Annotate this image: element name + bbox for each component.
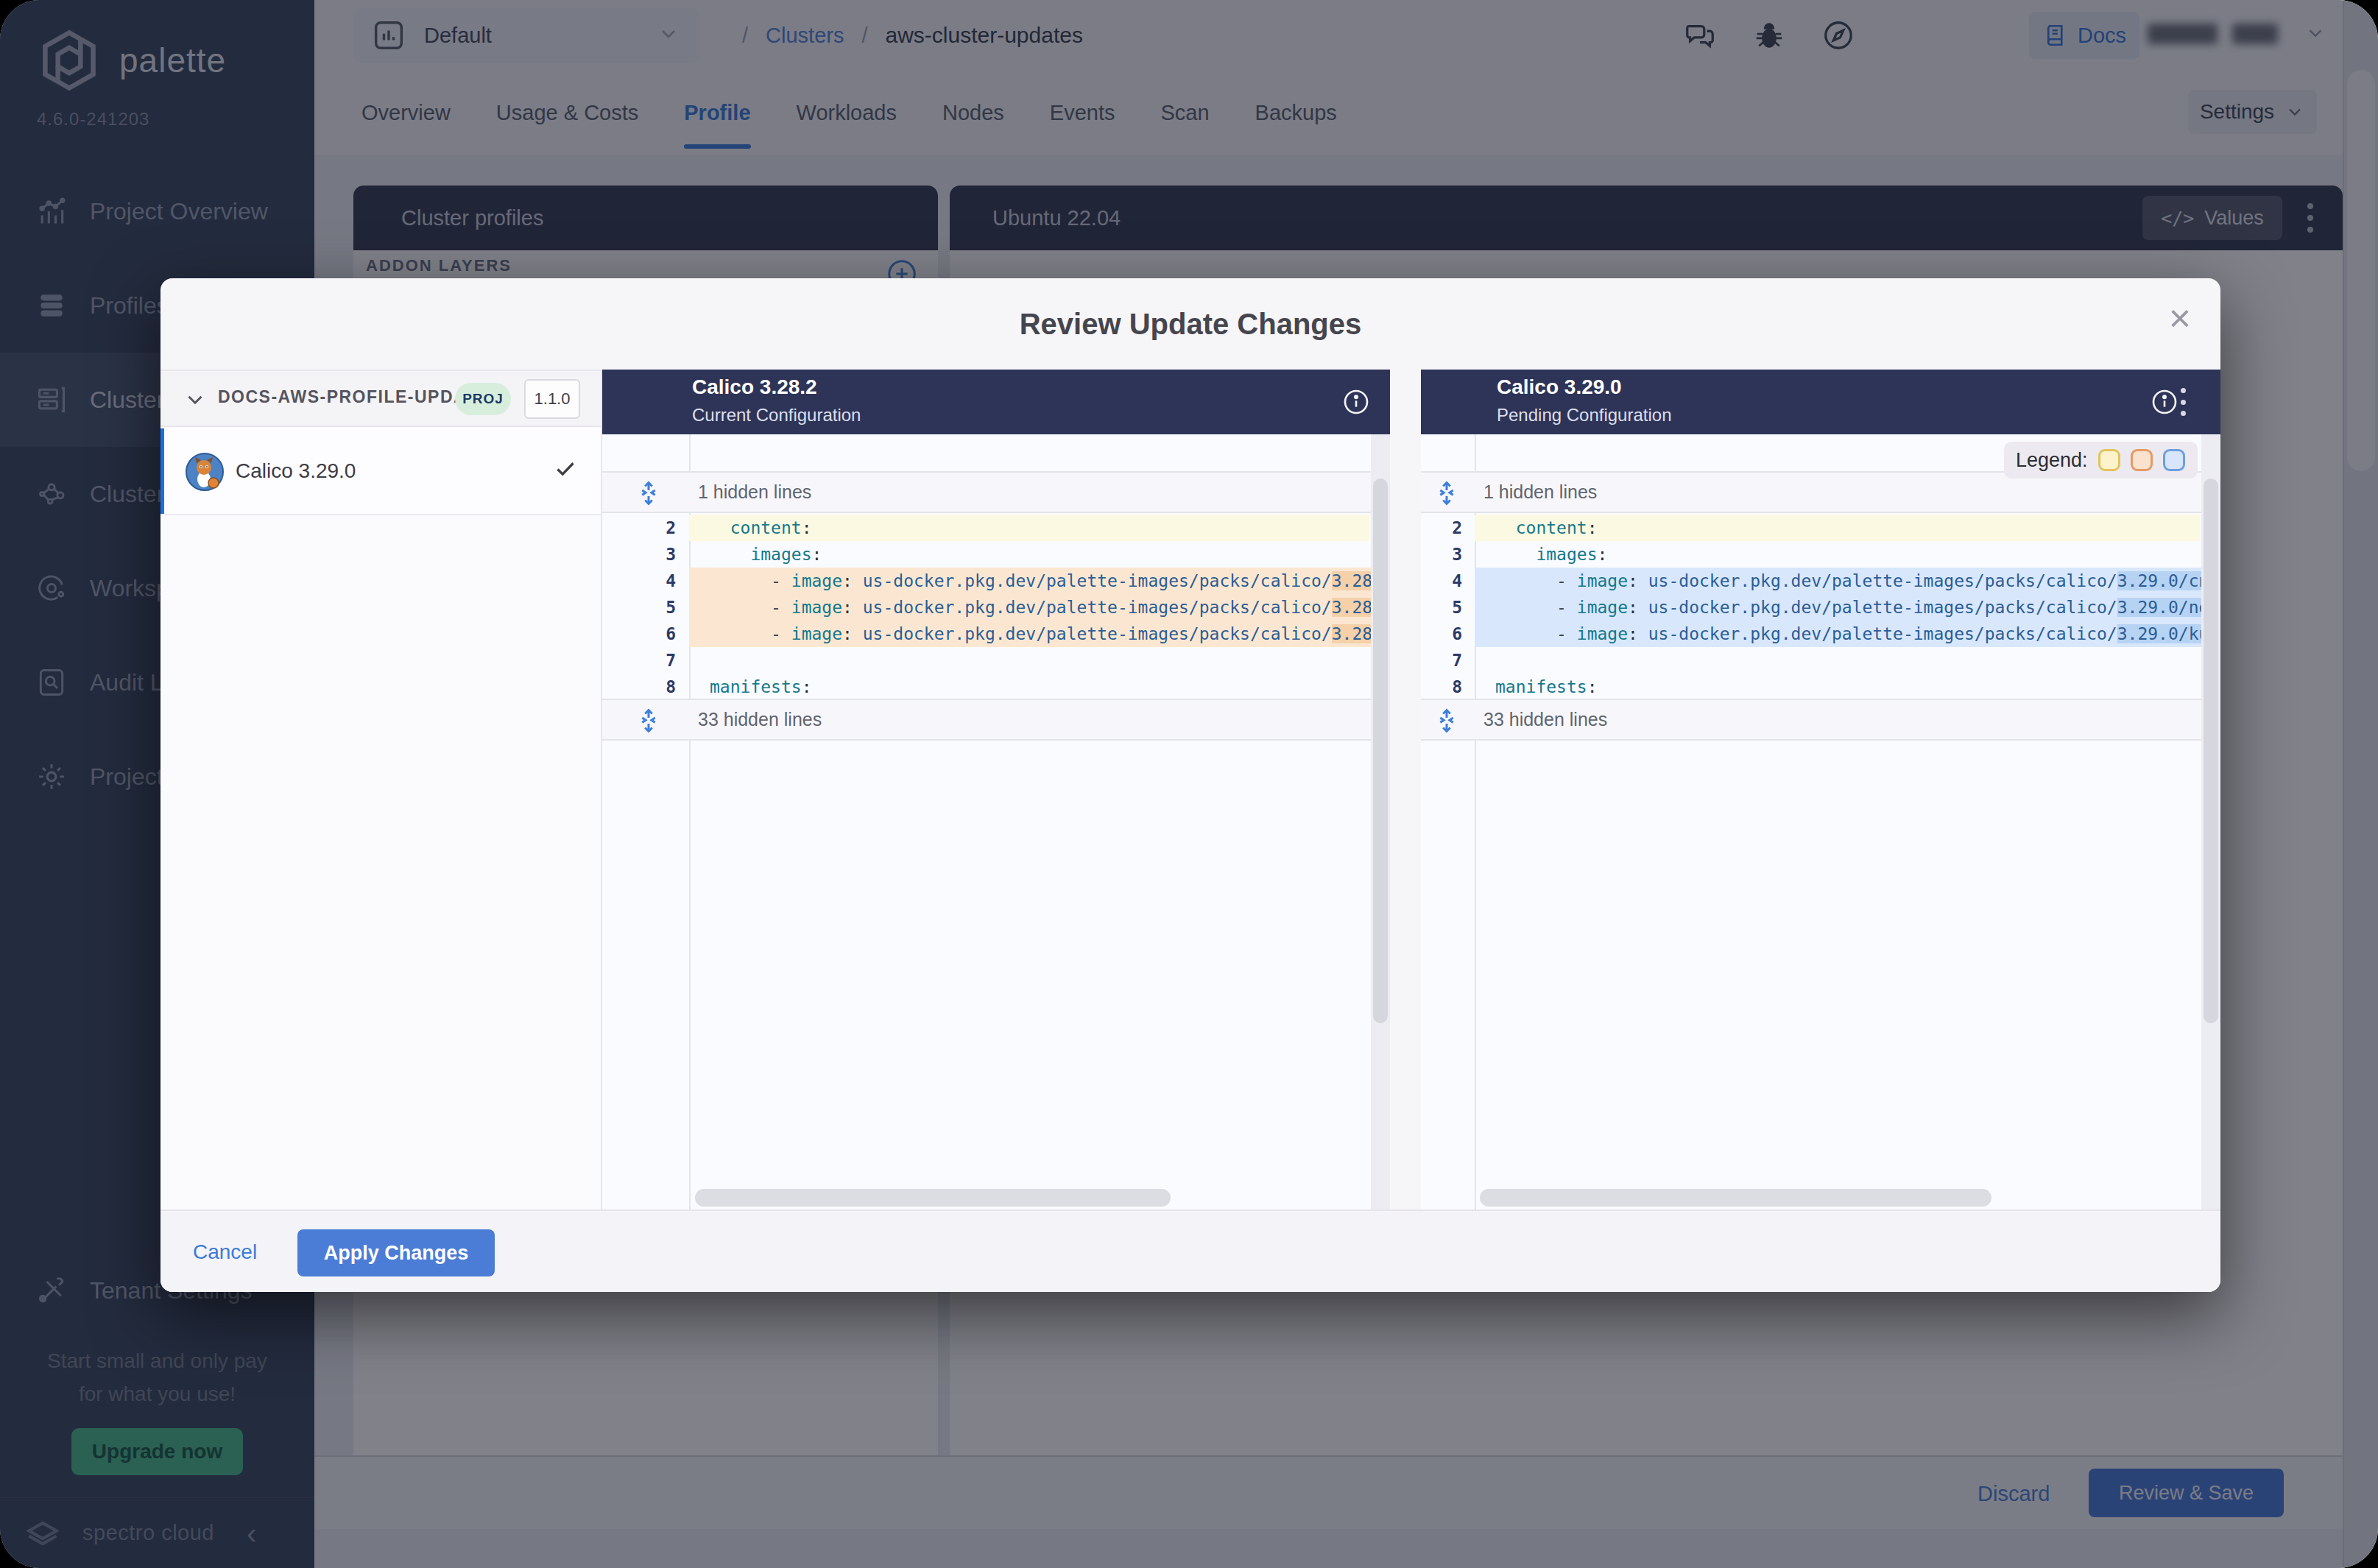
code-line-8: 8manifests: [1421,674,2220,700]
info-icon[interactable] [1341,387,1371,417]
line-content [1475,647,2200,674]
line-number: 7 [602,647,689,674]
code-line-8: 8manifests: [602,674,1390,700]
modal-footer: Cancel Apply Changes [160,1209,2220,1292]
code-lines: 2 content:3 images:4 - image: us-docker.… [602,515,1390,700]
line-number: 2 [1421,515,1475,541]
diff-pane-current: Calico 3.28.2 Current Configuration 1 hi… [602,370,1390,1209]
hidden-lines-label: 1 hidden lines [1483,481,1597,503]
code-line-7: 7 [1421,647,2220,674]
line-number: 5 [602,594,689,621]
apply-changes-button[interactable]: Apply Changes [297,1229,495,1276]
code-lines: 2 content:3 images:4 - image: us-docker.… [1421,515,2220,700]
code-line-3: 3 images: [1421,541,2220,568]
line-number: 6 [1421,621,1475,647]
line-number: 8 [1421,674,1475,700]
line-content: images: [689,541,1369,568]
code-line-4: 4 - image: us-docker.pkg.dev/palette-ima… [602,568,1390,594]
code-line-6: 6 - image: us-docker.pkg.dev/palette-ima… [1421,621,2220,647]
line-content: - image: us-docker.pkg.dev/palette-image… [689,594,1390,621]
line-content: content: [689,515,1369,541]
review-update-changes-modal: Review Update Changes × DOCS-AWS-PROFILE… [160,278,2220,1292]
pack-name: Calico 3.29.0 [236,459,356,483]
line-content: - image: us-docker.pkg.dev/palette-image… [1475,568,2220,594]
pack-list-item[interactable]: Calico 3.29.0 [160,428,601,515]
line-number: 8 [602,674,689,700]
calico-pack-icon [186,453,224,491]
unfold-icon[interactable] [1433,707,1461,735]
profile-header[interactable]: DOCS-AWS-PROFILE-UPDATES PROJ 1.1.0 [160,371,601,427]
diff-code-current: 1 hidden lines 2 content:3 images:4 - im… [602,434,1390,1209]
line-number: 3 [1421,541,1475,568]
legend-label: Legend: [2016,449,2088,472]
code-line-2: 2 content: [602,515,1390,541]
line-content: manifests: [1475,674,2200,700]
app-window: palette 4.6.0-241203 Project OverviewPro… [0,0,2378,1568]
diff-legend: Legend: [2004,442,2198,478]
diff-pane-pending-header: Calico 3.29.0 Pending Configuration [1421,370,2220,434]
unfold-icon[interactable] [635,479,663,507]
code-line-7: 7 [602,647,1390,674]
modal-title: Review Update Changes [160,308,2220,341]
code-line-5: 5 - image: us-docker.pkg.dev/palette-ima… [602,594,1390,621]
cancel-button[interactable]: Cancel [193,1211,257,1293]
modal-profile-panel: DOCS-AWS-PROFILE-UPDATES PROJ 1.1.0 [160,370,602,1209]
pane-menu-kebab-icon[interactable] [2181,388,2186,416]
diff-pane-current-header: Calico 3.28.2 Current Configuration [602,370,1390,434]
chevron-down-icon [183,387,208,415]
pane-vscrollbar[interactable] [1371,434,1390,1209]
pane-hscrollbar[interactable] [1480,1189,1991,1207]
pane-vscrollbar[interactable] [2201,434,2220,1209]
unfold-icon[interactable] [635,707,663,735]
code-line-6: 6 - image: us-docker.pkg.dev/palette-ima… [602,621,1390,647]
pane-title: Calico 3.29.0 [1497,375,1622,399]
line-content: - image: us-docker.pkg.dev/palette-image… [689,621,1390,647]
unfold-icon[interactable] [1433,479,1461,507]
line-content: content: [1475,515,2200,541]
pane-title: Calico 3.28.2 [692,375,817,399]
hidden-lines-row[interactable]: 33 hidden lines [602,699,1390,741]
line-number: 4 [602,568,689,594]
code-line-3: 3 images: [602,541,1390,568]
hidden-lines-label: 1 hidden lines [698,481,811,503]
line-number: 5 [1421,594,1475,621]
code-line-4: 4 - image: us-docker.pkg.dev/palette-ima… [1421,568,2220,594]
line-content [689,647,1369,674]
check-icon [552,455,579,484]
profile-version: 1.1.0 [524,379,580,419]
line-content: images: [1475,541,2200,568]
line-number: 3 [602,541,689,568]
line-content: - image: us-docker.pkg.dev/palette-image… [1475,621,2220,647]
pane-subtitle: Current Configuration [692,405,861,425]
line-content: - image: us-docker.pkg.dev/palette-image… [689,568,1390,594]
legend-modified-swatch [2098,449,2120,471]
line-content: manifests: [689,674,1369,700]
profile-scope-badge: PROJ [455,383,511,415]
code-line-5: 5 - image: us-docker.pkg.dev/palette-ima… [1421,594,2220,621]
line-number: 4 [1421,568,1475,594]
info-icon[interactable] [2150,387,2179,417]
selected-indicator [160,428,164,514]
line-content: - image: us-docker.pkg.dev/palette-image… [1475,594,2220,621]
close-icon[interactable]: × [2169,299,2191,337]
code-line-2: 2 content: [1421,515,2220,541]
hidden-lines-row[interactable]: 1 hidden lines [602,471,1390,513]
diff-pane-pending: Calico 3.29.0 Pending Configuration 1 hi… [1421,370,2220,1209]
legend-removed-swatch [2131,449,2153,471]
legend-added-swatch [2163,449,2185,471]
pane-hscrollbar[interactable] [695,1189,1171,1207]
diff-code-pending: 1 hidden lines 2 content:3 images:4 - im… [1421,434,2220,1209]
hidden-lines-row[interactable]: 33 hidden lines [1421,699,2220,741]
hidden-lines-label: 33 hidden lines [698,709,822,730]
pane-subtitle: Pending Configuration [1497,405,1672,425]
line-number: 6 [602,621,689,647]
line-number: 7 [1421,647,1475,674]
hidden-lines-label: 33 hidden lines [1483,709,1607,730]
line-number: 2 [602,515,689,541]
